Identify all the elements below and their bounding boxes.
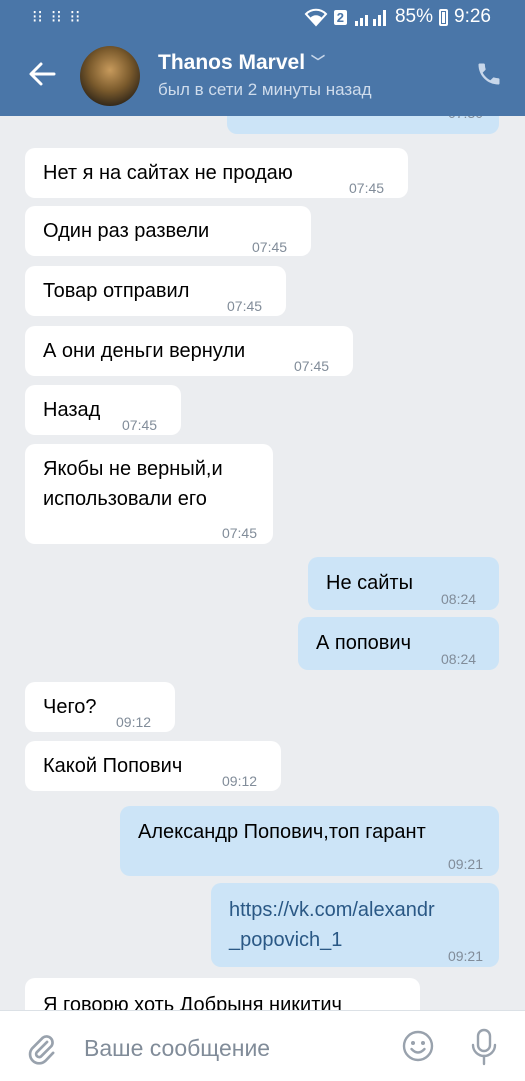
message-bubble-outgoing[interactable]: Не сайты 08:24: [308, 557, 499, 610]
message-time: 09:21: [447, 948, 483, 964]
signal-icon: [354, 10, 386, 26]
notification-icon: ⁝⁝: [32, 7, 43, 26]
message-bubble-incoming[interactable]: Якобы не верный,и использовали его 07:45: [25, 444, 273, 544]
message-time: 09:21: [447, 856, 483, 872]
avatar[interactable]: [80, 46, 140, 106]
sim-badge: 2: [333, 9, 347, 25]
notification-icons: ⁝⁝ ⁝⁝ ⁝⁝: [32, 6, 80, 28]
back-arrow-icon[interactable]: [26, 58, 58, 90]
message-text: Чего?: [43, 696, 97, 718]
message-bubble-outgoing[interactable]: Александр Попович,топ гарант 09:21: [120, 806, 499, 876]
last-seen: был в сети 2 минуты назад: [158, 80, 372, 99]
message-feed[interactable]: 07:30 Нет я на сайтах не продаю 07:45 Од…: [0, 116, 525, 1010]
message-composer: Ваше сообщение: [0, 1010, 525, 1081]
message-time: 07:45: [294, 358, 330, 374]
notification-icon: ⁝⁝: [50, 7, 62, 26]
message-time: 07:30: [448, 116, 483, 126]
message-bubble-incoming[interactable]: Я говорю хоть Добрыня никитич: [25, 978, 420, 1010]
message-bubble-incoming[interactable]: Товар отправил 07:45: [25, 266, 286, 316]
message-time: 07:45: [221, 525, 257, 541]
message-time: 09:12: [222, 773, 258, 789]
message-bubble-outgoing[interactable]: 07:30: [227, 116, 499, 134]
chevron-down-icon[interactable]: ﹀: [311, 54, 325, 70]
message-text: А они деньги вернули: [43, 340, 246, 362]
message-text: Назад: [43, 399, 101, 421]
contact-name[interactable]: Thanos Marvel ﹀: [158, 51, 325, 75]
wifi-icon: [304, 8, 328, 27]
contact-name-text: Thanos Marvel: [158, 51, 306, 74]
message-text-line: Якобы не верный,и: [43, 458, 223, 480]
message-bubble-incoming[interactable]: Чего? 09:12: [25, 682, 175, 732]
message-text: Какой Попович: [43, 755, 183, 777]
message-text: Не сайты: [326, 572, 413, 594]
microphone-icon[interactable]: [470, 1027, 498, 1067]
message-bubble-incoming[interactable]: А они деньги вернули 07:45: [25, 326, 353, 376]
message-time: 07:45: [252, 239, 288, 255]
paperclip-icon[interactable]: [26, 1031, 56, 1065]
message-bubble-incoming[interactable]: Назад 07:45: [25, 385, 181, 435]
emoji-icon[interactable]: [401, 1029, 435, 1063]
message-text: А попович: [316, 632, 412, 654]
message-text: Я говорю хоть Добрыня никитич: [43, 994, 342, 1010]
message-time: 09:12: [116, 714, 152, 730]
battery-icon: [439, 8, 449, 26]
clock: 9:26: [454, 6, 491, 27]
message-text: Один раз развели: [43, 220, 210, 242]
message-input[interactable]: Ваше сообщение: [84, 1035, 270, 1062]
message-link-line[interactable]: _popovich_1: [229, 927, 342, 953]
message-time: 07:45: [227, 298, 263, 314]
message-time: 08:24: [441, 591, 477, 607]
message-text: Александр Попович,топ гарант: [138, 821, 426, 843]
chat-header: Thanos Marvel ﹀ был в сети 2 минуты назад: [0, 36, 525, 116]
message-text: Нет я на сайтах не продаю: [43, 162, 293, 184]
message-text: Товар отправил: [43, 280, 190, 302]
message-bubble-incoming[interactable]: Какой Попович 09:12: [25, 741, 281, 791]
message-bubble-incoming[interactable]: Один раз развели 07:45: [25, 206, 311, 256]
notification-icon: ⁝⁝: [69, 7, 81, 26]
battery-percent: 85%: [394, 6, 434, 27]
status-right: 2 85% 9:26: [304, 6, 491, 28]
message-bubble-outgoing[interactable]: https://vk.com/alexandr _popovich_1 09:2…: [211, 883, 499, 967]
message-time: 08:24: [441, 651, 477, 667]
message-time: 07:45: [122, 417, 158, 433]
message-bubble-incoming[interactable]: Нет я на сайтах не продаю 07:45: [25, 148, 408, 198]
message-link-line[interactable]: https://vk.com/alexandr: [229, 897, 435, 923]
message-text-line: использовали его: [43, 488, 207, 510]
phone-icon[interactable]: [475, 60, 503, 88]
message-time: 07:45: [349, 180, 385, 196]
message-bubble-outgoing[interactable]: А попович 08:24: [298, 617, 499, 670]
status-bar: ⁝⁝ ⁝⁝ ⁝⁝ 2 85% 9:26: [0, 0, 525, 36]
